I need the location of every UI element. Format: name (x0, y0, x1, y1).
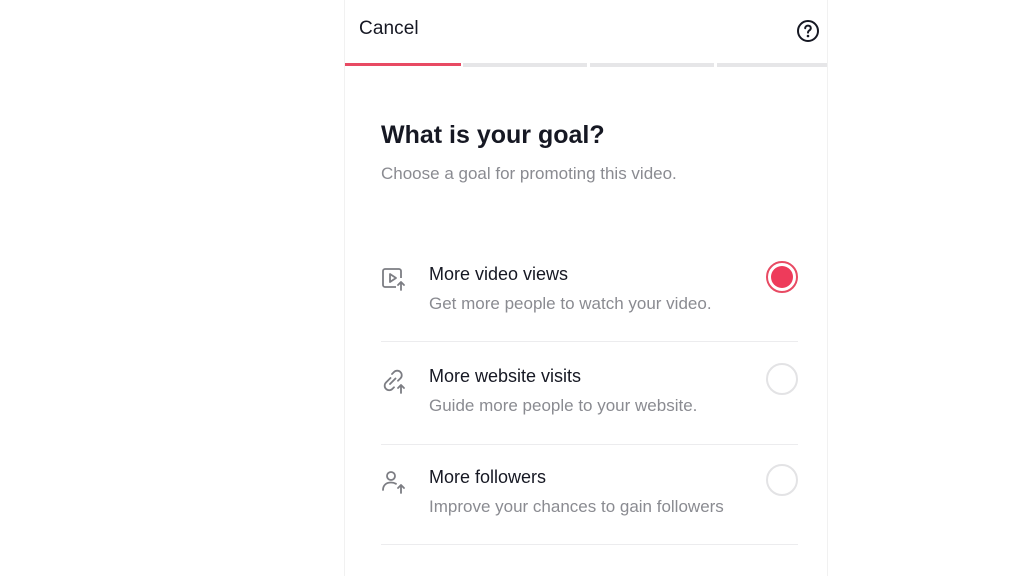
cancel-button[interactable]: Cancel (359, 18, 419, 40)
goal-radio[interactable] (766, 363, 798, 395)
goal-option-video-views[interactable]: More video views Get more people to watc… (381, 261, 798, 364)
link-up-icon (381, 368, 407, 394)
goal-description: Guide more people to your website. (429, 396, 698, 415)
progress-step-1 (345, 63, 461, 66)
goal-description: Improve your chances to gain followers (429, 497, 724, 516)
progress-step-4 (717, 63, 827, 67)
promote-screen: Cancel What is your goal? Choose a goal … (345, 0, 827, 576)
person-up-icon (381, 469, 407, 495)
goal-radio[interactable] (766, 464, 798, 496)
divider (381, 544, 798, 545)
goal-description: Get more people to watch your video. (429, 294, 712, 313)
question-circle-icon (797, 20, 819, 42)
goal-option-website-visits[interactable]: More website visits Guide more people to… (381, 363, 798, 466)
page-subtitle: Choose a goal for promoting this video. (381, 164, 677, 183)
goal-radio-selected[interactable] (766, 261, 798, 293)
header: Cancel (345, 0, 827, 62)
progress-step-2 (463, 63, 587, 67)
video-play-up-icon (381, 266, 407, 292)
goal-option-followers[interactable]: More followers Improve your chances to g… (381, 464, 798, 567)
progress-step-3 (590, 63, 714, 67)
divider (381, 341, 798, 342)
goal-title: More followers (429, 467, 547, 487)
goal-title: More website visits (429, 366, 582, 386)
help-button[interactable] (796, 19, 820, 43)
divider (381, 444, 798, 445)
page-title: What is your goal? (381, 121, 605, 149)
goal-title: More video views (429, 264, 569, 284)
progress-bar (345, 63, 827, 67)
